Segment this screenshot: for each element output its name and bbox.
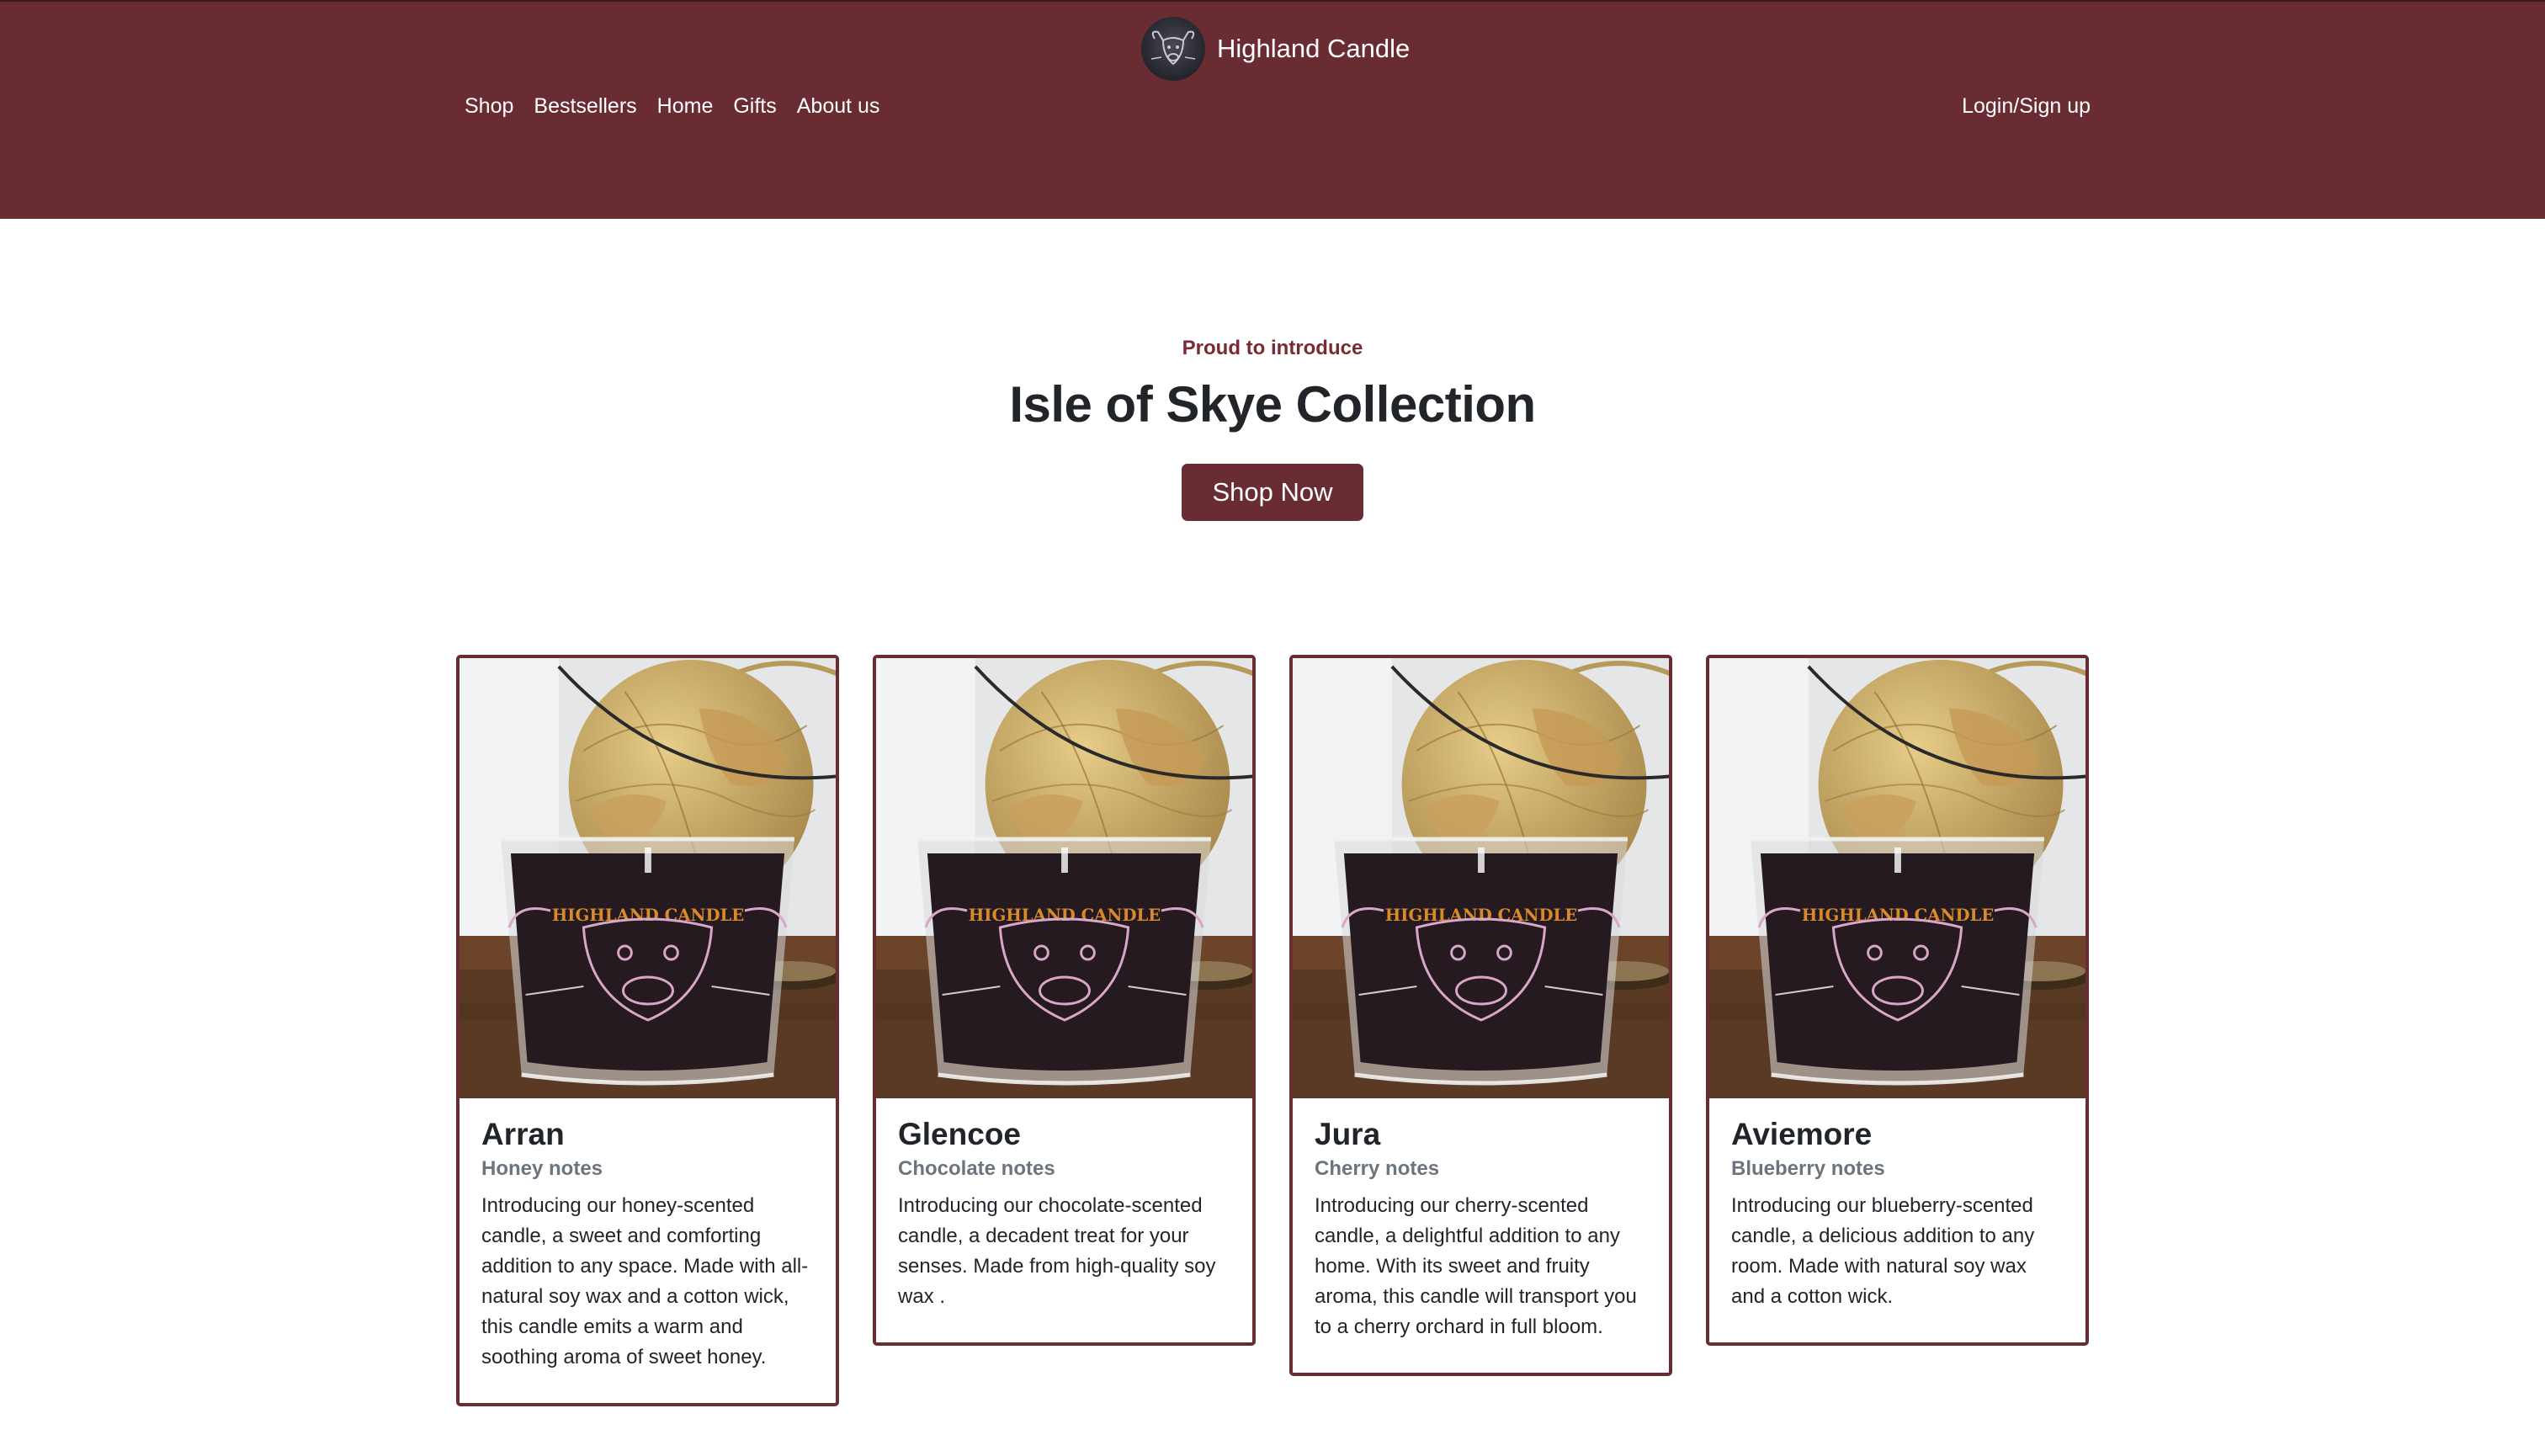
product-name: Arran [481,1117,565,1151]
product-name: Aviemore [1731,1117,1873,1151]
product-card-arran[interactable]: Arran Honey notes Introducing our honey-… [456,655,839,1406]
nav-link-shop[interactable]: Shop [465,94,513,119]
card-body: Glencoe Chocolate notes Introducing our … [876,1098,1252,1312]
product-notes: Cherry notes [1315,1157,1440,1180]
product-description: Introducing our honey-scented candle, a … [481,1194,809,1368]
product-cards: Arran Honey notes Introducing our honey-… [456,655,2089,1406]
product-notes: Chocolate notes [898,1157,1055,1180]
nav-link-about-us[interactable]: About us [797,94,880,119]
main-nav: Shop Bestsellers Home Gifts About us [465,94,879,119]
nav-link-gifts[interactable]: Gifts [733,94,776,119]
product-name: Jura [1315,1117,1381,1151]
product-description: Introducing our cherry-scented candle, a… [1315,1194,1637,1338]
nav-link-bestsellers[interactable]: Bestsellers [534,94,636,119]
hero-eyebrow: Proud to introduce [1182,337,1363,359]
product-card-jura[interactable]: Jura Cherry notes Introducing our cherry… [1289,655,1672,1376]
product-description: Introducing our chocolate-scented candle… [898,1194,1216,1308]
hero-section: Proud to introduce Isle of Skye Collecti… [0,337,2545,521]
login-signup-link[interactable]: Login/Sign up [1962,94,2091,119]
product-name: Glencoe [898,1117,1021,1151]
brand-name: Highland Candle [1217,34,1411,63]
brand-link[interactable]: Highland Candle [1141,15,1410,82]
product-description: Introducing our blueberry-scented candle… [1731,1194,2035,1308]
candle-product-image [1709,658,2085,1098]
product-notes: Honey notes [481,1157,603,1180]
highland-cow-icon [1141,17,1205,81]
navbar: Highland Candle Shop Bestsellers Home Gi… [0,0,2545,219]
card-body: Arran Honey notes Introducing our honey-… [460,1098,836,1373]
product-notes: Blueberry notes [1731,1157,1885,1180]
shop-now-button[interactable]: Shop Now [1182,464,1363,521]
card-body: Jura Cherry notes Introducing our cherry… [1293,1098,1669,1342]
candle-product-image [876,658,1252,1098]
candle-product-image [1293,658,1669,1098]
candle-product-image [460,658,836,1098]
nav-link-home[interactable]: Home [657,94,714,119]
hero-title: Isle of Skye Collection [1009,376,1536,433]
card-body: Aviemore Blueberry notes Introducing our… [1709,1098,2085,1312]
product-card-glencoe[interactable]: Glencoe Chocolate notes Introducing our … [873,655,1256,1346]
product-card-aviemore[interactable]: Aviemore Blueberry notes Introducing our… [1706,655,2089,1346]
